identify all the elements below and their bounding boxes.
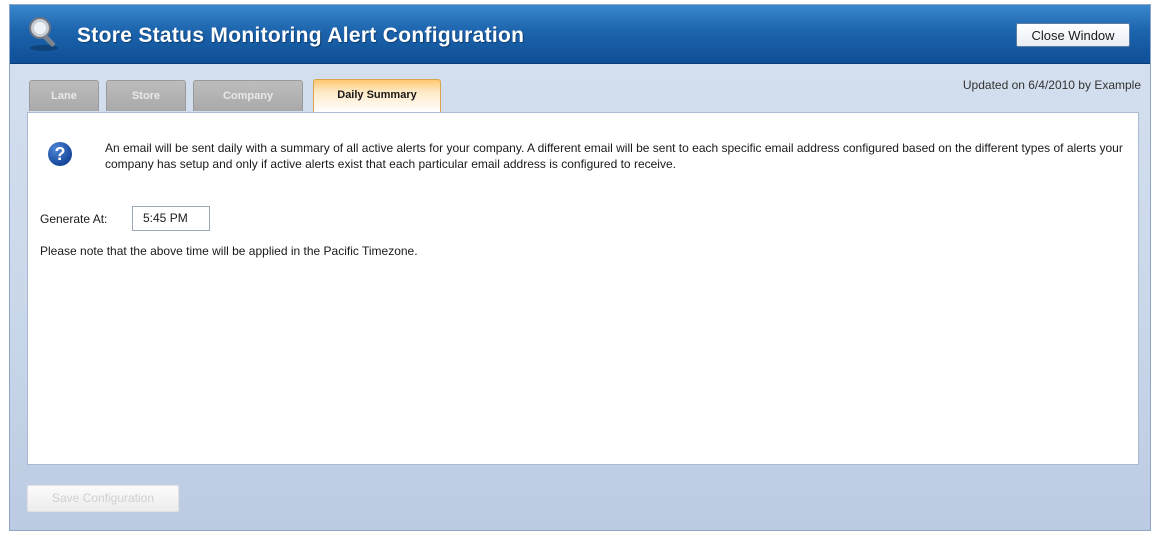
tab-company[interactable]: Company [193, 80, 303, 111]
timezone-note: Please note that the above time will be … [40, 244, 418, 258]
close-window-button[interactable]: Close Window [1016, 23, 1130, 47]
title-bar: Store Status Monitoring Alert Configurat… [10, 5, 1150, 64]
question-icon: ? [48, 142, 72, 166]
generate-at-field[interactable]: 5:45 PM [132, 206, 210, 231]
updated-info: Updated on 6/4/2010 by Example [962, 78, 1141, 92]
tab-store[interactable]: Store [106, 80, 186, 111]
alert-config-window: Store Status Monitoring Alert Configurat… [9, 4, 1151, 531]
save-configuration-button[interactable]: Save Configuration [27, 485, 179, 512]
window-title: Store Status Monitoring Alert Configurat… [77, 24, 525, 47]
tab-daily-summary[interactable]: Daily Summary [313, 79, 441, 112]
daily-summary-panel: ? An email will be sent daily with a sum… [27, 112, 1139, 465]
tab-lane[interactable]: Lane [29, 80, 99, 111]
info-text: An email will be sent daily with a summa… [105, 141, 1123, 171]
generate-at-label: Generate At: [40, 212, 108, 226]
magnifier-wrench-icon [29, 17, 58, 51]
